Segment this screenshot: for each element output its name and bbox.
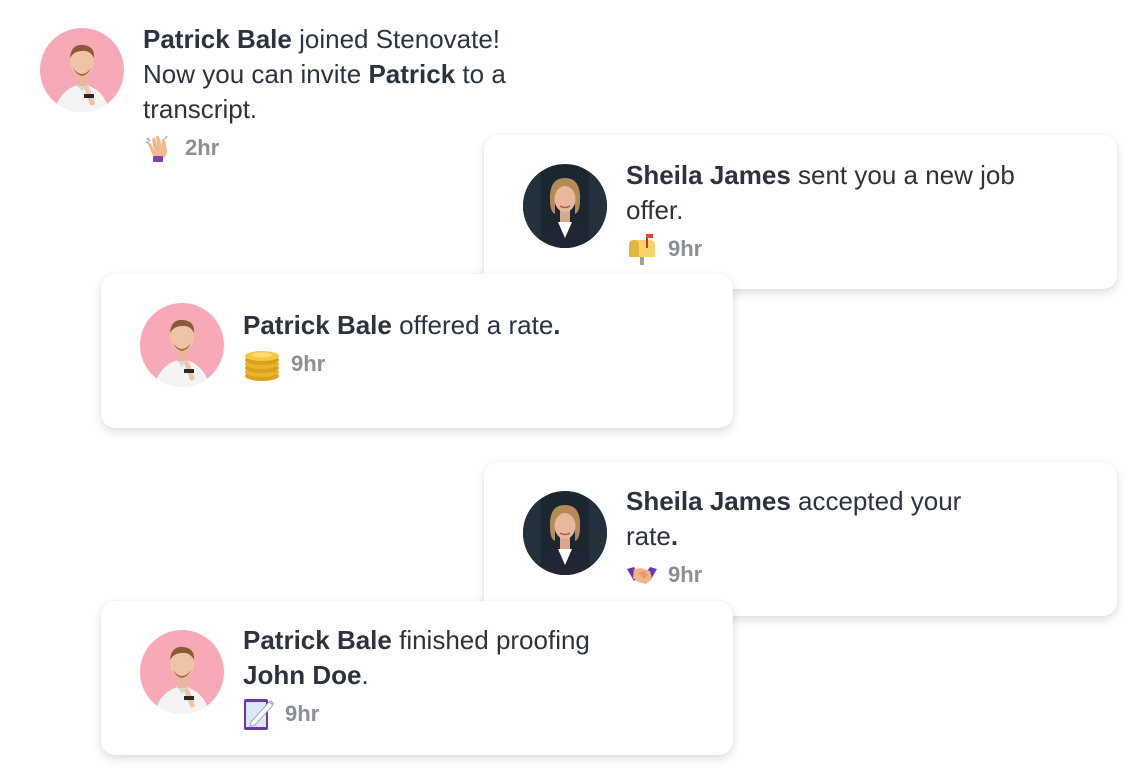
avatar-sheila-james[interactable] <box>523 491 607 575</box>
mailbox-icon <box>626 233 658 265</box>
notification-message: Patrick Bale offered a rate. <box>243 310 561 340</box>
notification-message: Sheila James accepted your rate. <box>626 486 962 551</box>
waving-hand-icon <box>143 132 175 164</box>
notification-message: Patrick Bale joined Stenovate! Now you c… <box>143 24 506 124</box>
notification-rate-accepted[interactable]: Sheila James accepted your rate. 9hr <box>484 462 1117 616</box>
actor-name: Patrick Bale <box>143 24 292 54</box>
coins-icon <box>243 345 281 383</box>
avatar-patrick-bale[interactable] <box>40 28 124 112</box>
notification-rate-offered[interactable]: Patrick Bale offered a rate. 9hr <box>101 274 733 428</box>
handshake-icon <box>626 559 658 591</box>
avatar-patrick-bale[interactable] <box>140 303 224 387</box>
notification-job-offer[interactable]: Sheila James sent you a new job offer. 9… <box>484 135 1117 289</box>
actor-name: Patrick Bale <box>243 625 392 655</box>
actor-name: Patrick Bale <box>243 310 392 340</box>
notification-time: 9hr <box>291 351 326 376</box>
notification-proofing-finished[interactable]: Patrick Bale finished proofing John Doe.… <box>101 601 733 755</box>
notification-time: 9hr <box>668 236 703 261</box>
notification-message: Sheila James sent you a new job offer. <box>626 160 1015 225</box>
notification-time: 9hr <box>285 701 320 726</box>
notification-message: Patrick Bale finished proofing John Doe. <box>243 625 590 690</box>
actor-name: Sheila James <box>626 160 791 190</box>
document-name: John Doe <box>243 660 362 690</box>
notification-time: 2hr <box>185 135 220 160</box>
avatar-sheila-james[interactable] <box>523 164 607 248</box>
actor-name: Sheila James <box>626 486 791 516</box>
avatar-patrick-bale[interactable] <box>140 630 224 714</box>
notification-time: 9hr <box>668 562 703 587</box>
memo-icon <box>243 698 275 730</box>
